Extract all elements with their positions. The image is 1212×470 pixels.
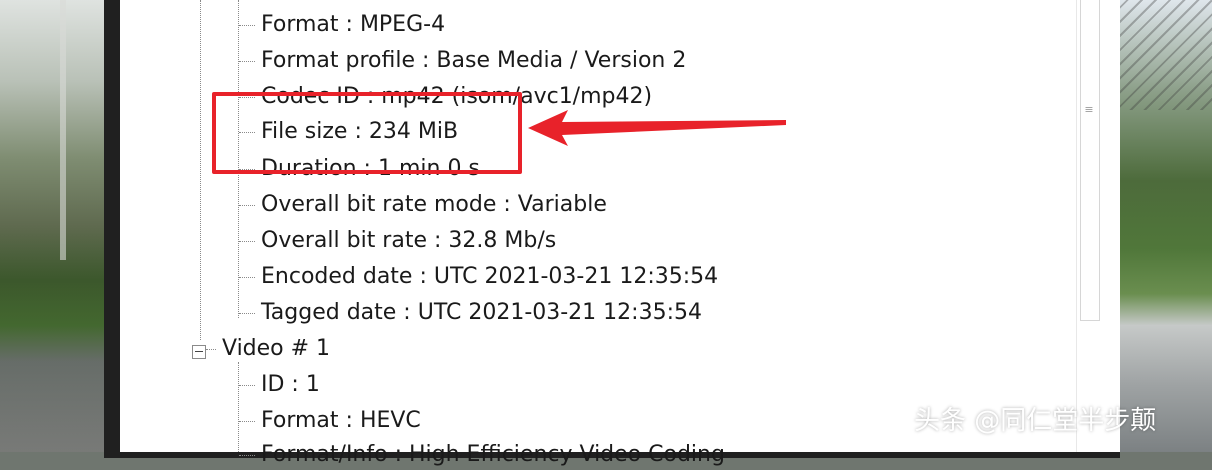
tree-item-video-format[interactable]: Format : HEVC	[239, 406, 421, 436]
item-value: Variable	[517, 192, 607, 217]
item-label: Overall bit rate mode	[261, 192, 497, 217]
tree-section-video[interactable]: Video # 1	[206, 334, 330, 364]
tree-item-tagged-date[interactable]: Tagged date : UTC 2021-03-21 12:35:54	[239, 298, 702, 328]
item-value: UTC 2021-03-21 12:35:54	[417, 300, 702, 325]
tree-dots	[239, 60, 255, 62]
item-value: 1	[305, 372, 320, 397]
tree-dots	[239, 420, 255, 422]
tree-item-video-id[interactable]: ID : 1	[239, 370, 320, 400]
tree-dots	[239, 240, 255, 242]
tree-item-overall-bit-rate-mode[interactable]: Overall bit rate mode : Variable	[239, 190, 607, 220]
tree-item-overall-bit-rate[interactable]: Overall bit rate : 32.8 Mb/s	[239, 226, 556, 256]
watermark-text: 头条 @同仁堂半步颠	[914, 406, 1157, 436]
item-value: HEVC	[359, 408, 421, 433]
item-label: Format/Info	[261, 442, 388, 467]
tree-item-format-profile[interactable]: Format profile : Base Media / Version 2	[239, 46, 686, 76]
tree-connector-root	[200, 0, 201, 340]
item-label: Tagged date	[261, 300, 397, 325]
tree-dots	[239, 204, 255, 206]
item-label: Format profile	[261, 48, 416, 73]
item-value: MPEG-4	[359, 12, 446, 37]
tree-dots	[239, 384, 255, 386]
tree-dots	[239, 24, 255, 26]
info-tree: Format : MPEG-4 Format profile : Base Me…	[0, 0, 1212, 467]
tree-dots	[206, 348, 216, 350]
tree-dots	[239, 276, 255, 278]
item-value: 32.8 Mb/s	[448, 228, 557, 253]
item-label: Format	[261, 408, 339, 433]
tree-item-video-format-info[interactable]: Format/Info : High Efficiency Video Codi…	[239, 440, 725, 470]
item-value: Base Media / Version 2	[436, 48, 687, 73]
section-label: Video # 1	[222, 336, 331, 361]
item-label: Overall bit rate	[261, 228, 427, 253]
tree-dots	[239, 454, 255, 456]
tree-dots	[239, 312, 255, 314]
collapse-icon[interactable]	[192, 345, 206, 359]
item-label: ID	[261, 372, 285, 397]
item-value: UTC 2021-03-21 12:35:54	[433, 264, 719, 289]
item-value: High Efficiency Video Coding	[408, 442, 725, 467]
red-highlight-box	[212, 92, 522, 174]
item-label: Encoded date	[261, 264, 413, 289]
red-arrow-icon	[528, 110, 786, 146]
item-label: Format	[261, 12, 339, 37]
tree-item-encoded-date[interactable]: Encoded date : UTC 2021-03-21 12:35:54	[239, 262, 718, 292]
tree-item-format[interactable]: Format : MPEG-4	[239, 10, 445, 40]
